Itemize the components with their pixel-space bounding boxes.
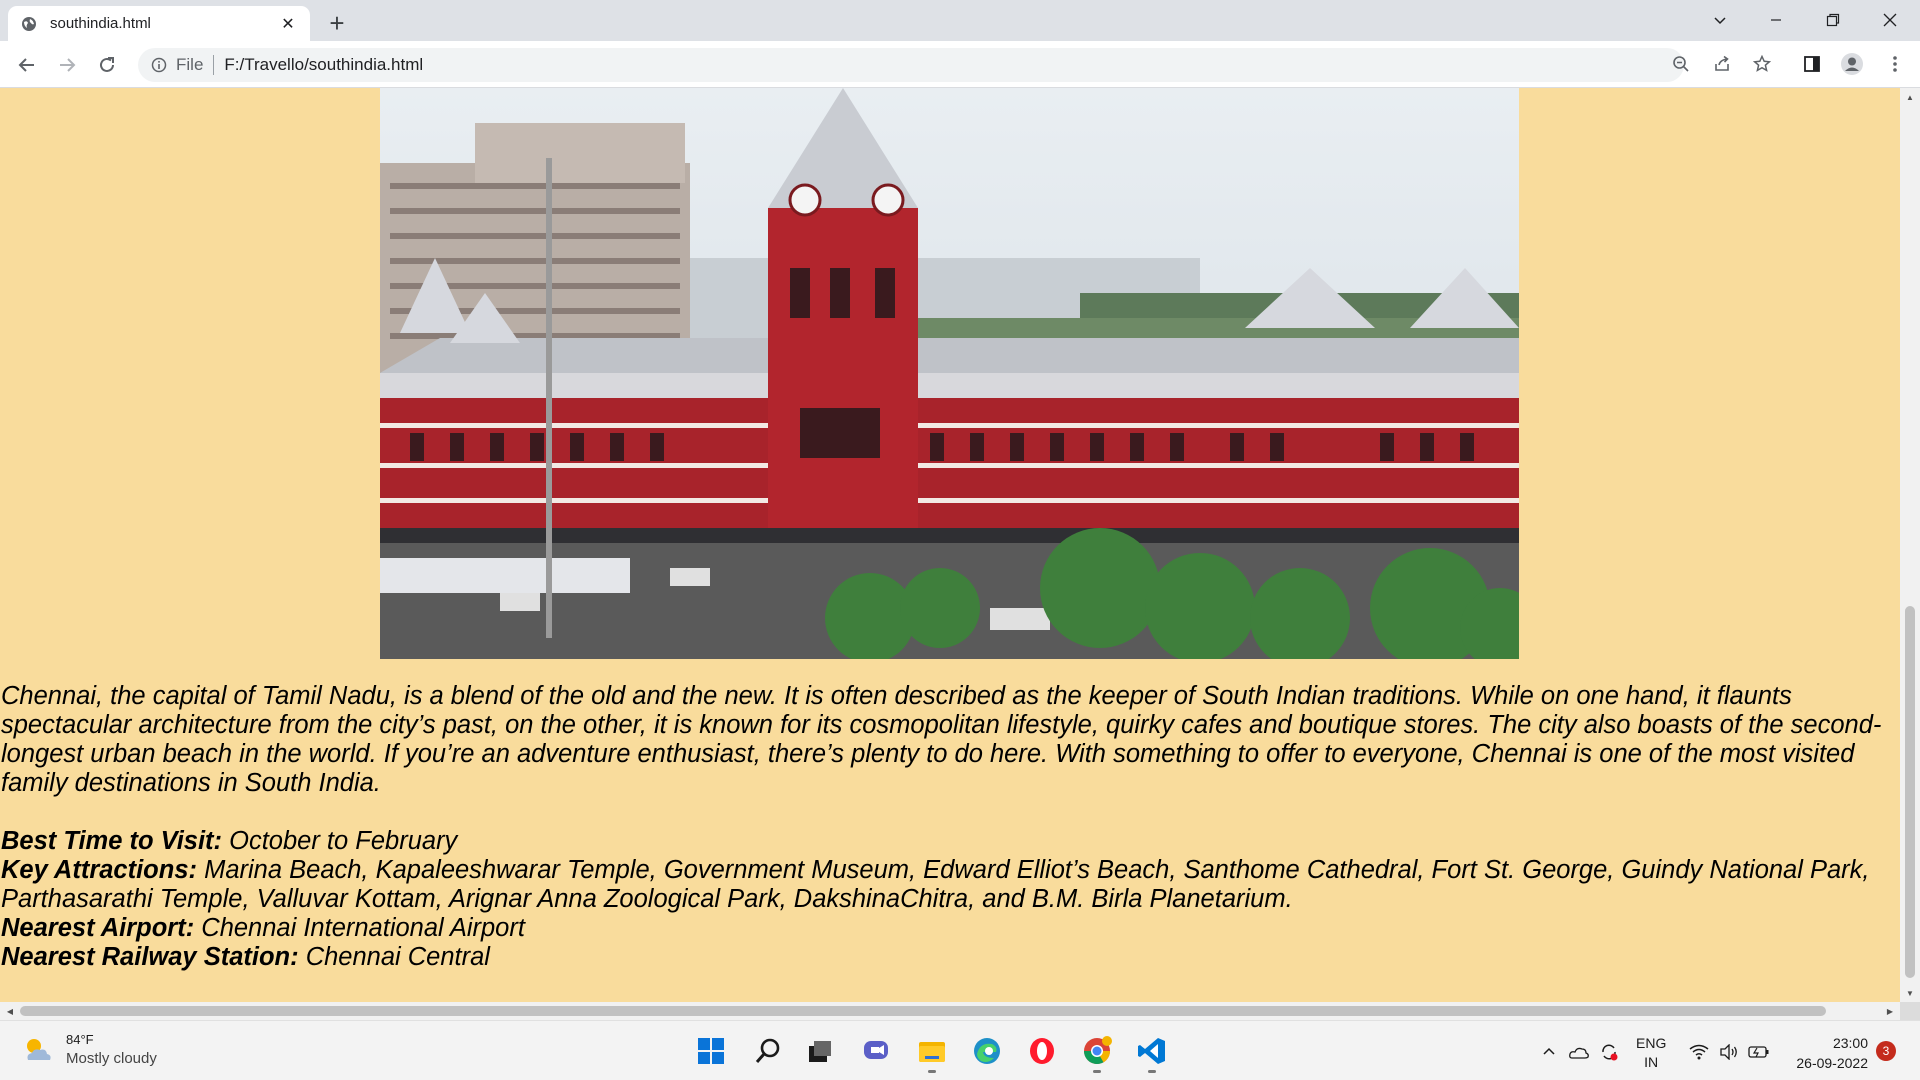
address-bar[interactable]: File F:/Travello/southindia.html <box>138 48 1684 82</box>
chevron-down-icon <box>1714 17 1726 25</box>
scroll-left-arrow-icon[interactable]: ◀ <box>5 1006 15 1016</box>
menu-kebab-icon[interactable] <box>1880 49 1910 79</box>
info-icon[interactable] <box>150 56 168 74</box>
search-button[interactable] <box>748 1031 788 1071</box>
reload-button[interactable] <box>91 49 123 81</box>
sync-icon[interactable] <box>1598 1041 1620 1063</box>
chennai-central-photo <box>380 88 1519 659</box>
share-icon[interactable] <box>1707 49 1737 79</box>
url-text[interactable]: F:/Travello/southindia.html <box>224 55 423 75</box>
chennai-description: Chennai, the capital of Tamil Nadu, is a… <box>1 682 1882 797</box>
side-panel-icon[interactable] <box>1797 49 1827 79</box>
region-code: IN <box>1644 1054 1659 1070</box>
back-button[interactable] <box>11 49 43 81</box>
running-indicator <box>928 1070 936 1073</box>
tab-title: southindia.html <box>50 15 151 32</box>
windows-taskbar: 84°F Mostly cloudy ENG IN 23:00 26-09-20… <box>0 1020 1920 1080</box>
tab-search-button[interactable] <box>1692 0 1748 40</box>
scroll-right-arrow-icon[interactable]: ▶ <box>1885 1006 1895 1016</box>
tab-close-icon[interactable]: ✕ <box>278 14 298 34</box>
running-indicator <box>1148 1070 1156 1073</box>
fact-label: Nearest Airport: <box>1 914 195 942</box>
weather-widget[interactable]: 84°F Mostly cloudy <box>22 1031 157 1069</box>
teams-chat-button[interactable] <box>857 1031 897 1071</box>
chrome-browser-button[interactable] <box>1077 1031 1117 1073</box>
fact-value: Marina Beach, Kapaleeshwarar Temple, Gov… <box>1 856 1870 913</box>
edge-icon <box>974 1038 1000 1064</box>
forward-arrow-icon <box>60 58 76 72</box>
notification-badge[interactable]: 3 <box>1876 1041 1896 1061</box>
scrollbar-corner <box>1900 1002 1920 1020</box>
scroll-up-arrow-icon[interactable]: ▲ <box>1905 92 1915 102</box>
running-indicator <box>1093 1070 1101 1073</box>
fact-label: Nearest Railway Station: <box>1 943 299 971</box>
opera-browser-button[interactable] <box>1022 1031 1062 1071</box>
file-explorer-button[interactable] <box>912 1031 952 1073</box>
battery-icon[interactable] <box>1748 1041 1770 1063</box>
start-button[interactable] <box>691 1031 731 1071</box>
browser-tab[interactable]: southindia.html ✕ <box>8 6 310 41</box>
forward-button[interactable] <box>51 49 83 81</box>
partly-cloudy-icon <box>27 1039 51 1060</box>
fact-value: Chennai Central <box>298 943 490 971</box>
clock-time: 23:00 <box>1832 1035 1868 1051</box>
close-icon <box>1883 13 1897 27</box>
vscode-icon <box>1138 1038 1165 1064</box>
fact-key-attractions: Key Attractions: Marina Beach, Kapaleesh… <box>1 856 1899 914</box>
fact-label: Key Attractions: <box>1 856 198 884</box>
chevron-up-icon[interactable] <box>1538 1041 1560 1063</box>
fact-value: Chennai International Airport <box>194 914 525 942</box>
bookmark-star-icon[interactable] <box>1747 49 1777 79</box>
destination-article: Chennai, the capital of Tamil Nadu, is a… <box>1 682 1899 972</box>
globe-icon <box>20 15 38 33</box>
search-icon <box>755 1038 780 1063</box>
opera-icon <box>1030 1038 1054 1064</box>
restore-icon <box>1826 13 1840 27</box>
vertical-scroll-thumb[interactable] <box>1905 606 1915 978</box>
fact-nearest-railway: Nearest Railway Station: Chennai Central <box>1 943 1899 972</box>
close-window-button[interactable] <box>1862 0 1918 40</box>
scroll-down-arrow-icon[interactable]: ▼ <box>1905 988 1915 998</box>
language-indicator[interactable]: ENG IN <box>1636 1034 1666 1072</box>
onedrive-cloud-icon[interactable] <box>1568 1041 1590 1063</box>
fact-label: Best Time to Visit: <box>1 827 223 855</box>
zoom-icon[interactable] <box>1666 49 1696 79</box>
system-clock[interactable]: 23:00 26-09-2022 <box>1778 1033 1868 1073</box>
restore-button[interactable] <box>1805 0 1861 40</box>
edge-browser-button[interactable] <box>967 1031 1007 1071</box>
reload-icon <box>100 57 114 72</box>
scheme-label: File <box>176 55 204 74</box>
chrome-icon <box>1083 1036 1112 1065</box>
profile-avatar-icon[interactable] <box>1837 49 1867 79</box>
weather-temperature: 84°F <box>66 1032 94 1047</box>
volume-icon[interactable] <box>1718 1041 1740 1063</box>
minimize-icon <box>1771 19 1781 21</box>
browser-toolbar: File F:/Travello/southindia.html <box>0 41 1920 88</box>
fact-value: October to February <box>222 827 458 855</box>
task-view-button[interactable] <box>800 1031 840 1071</box>
weather-condition: Mostly cloudy <box>66 1050 157 1067</box>
horizontal-scroll-thumb[interactable] <box>20 1006 1826 1016</box>
chat-icon <box>864 1041 888 1059</box>
omnibox-divider <box>213 55 215 75</box>
tab-strip: southindia.html ✕ + <box>0 0 1920 41</box>
fact-nearest-airport: Nearest Airport: Chennai International A… <box>1 914 1899 943</box>
task-view-icon <box>809 1041 831 1062</box>
clock-date: 26-09-2022 <box>1796 1055 1868 1071</box>
vscode-button[interactable] <box>1132 1031 1172 1073</box>
wifi-icon[interactable] <box>1688 1041 1710 1063</box>
language-code: ENG <box>1636 1035 1667 1051</box>
minimize-button[interactable] <box>1748 0 1804 40</box>
new-tab-button[interactable]: + <box>322 8 352 38</box>
windows-logo-icon <box>698 1038 724 1064</box>
horizontal-scrollbar[interactable]: ◀ ▶ <box>0 1002 1900 1020</box>
page-viewport: Chennai, the capital of Tamil Nadu, is a… <box>0 88 1900 1002</box>
vertical-scrollbar[interactable]: ▲ ▼ <box>1900 88 1920 1002</box>
folder-icon <box>919 1042 945 1062</box>
back-arrow-icon <box>18 58 34 72</box>
fact-best-time: Best Time to Visit: October to February <box>1 827 1899 856</box>
